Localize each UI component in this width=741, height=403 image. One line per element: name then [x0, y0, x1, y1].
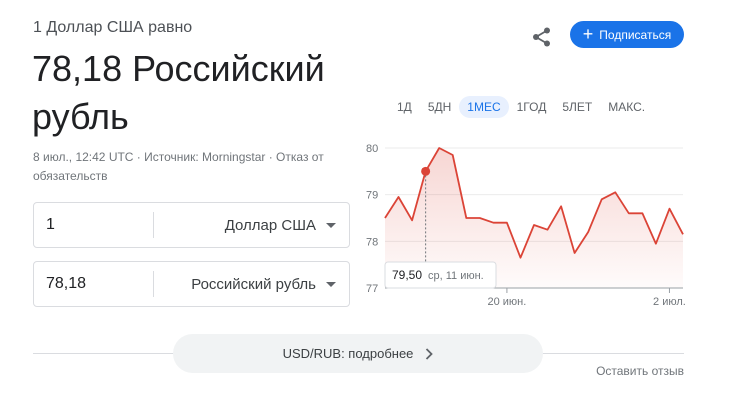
chevron-down-icon — [326, 222, 336, 228]
y-tick-label: 80 — [366, 143, 378, 155]
from-currency-label: Доллар США — [224, 216, 316, 234]
plus-icon: + — [582, 23, 594, 44]
hover-point — [421, 166, 431, 176]
range-tab-1y[interactable]: 1ГОД — [509, 96, 555, 118]
range-tab-5d[interactable]: 5ДН — [420, 96, 459, 118]
conversion-subtitle: 1 Доллар США равно — [33, 19, 193, 36]
follow-button-label: Подписаться — [599, 27, 672, 42]
to-amount-input[interactable] — [34, 275, 154, 293]
from-amount-input[interactable] — [34, 216, 154, 234]
range-tab-1d[interactable]: 1Д — [389, 96, 420, 118]
to-currency-select[interactable]: Российский рубль — [191, 262, 336, 306]
x-tick-label: 20 июн. — [487, 296, 526, 308]
chevron-down-icon — [326, 281, 336, 287]
more-details-button[interactable]: USD/RUB: подробнее — [173, 334, 543, 373]
share-icon[interactable] — [530, 25, 554, 49]
from-currency-select[interactable]: Доллар США — [225, 203, 336, 247]
range-tab-max[interactable]: МАКС. — [600, 96, 653, 118]
y-tick-label: 77 — [366, 283, 378, 295]
tooltip-date: ср, 11 июн. — [428, 270, 484, 282]
range-tab-1m[interactable]: 1МЕС — [459, 96, 509, 118]
converted-value: 78,18 Российский рубль — [32, 48, 325, 137]
more-details-label: USD/RUB: подробнее — [282, 346, 414, 361]
y-tick-label: 78 — [366, 236, 378, 248]
to-field: Российский рубль — [33, 261, 350, 307]
from-field: Доллар США — [33, 202, 350, 248]
field-separator — [153, 212, 154, 238]
range-tab-5y[interactable]: 5ЛЕТ — [554, 96, 600, 118]
follow-button[interactable]: + Подписаться — [570, 21, 684, 48]
feedback-link[interactable]: Оставить отзыв — [596, 364, 684, 378]
chevron-right-icon — [426, 347, 434, 360]
source-meta: 8 июл., 12:42 UTC · Источник: Morningsta… — [33, 150, 324, 183]
y-tick-label: 79 — [366, 190, 378, 202]
x-tick-label: 2 июл. — [653, 296, 686, 308]
to-currency-label: Российский рубль — [191, 275, 316, 293]
exchange-rate-chart[interactable]: 80 79 78 77 20 июн. 2 июл. 79,50 ср, 11 июн. — [360, 135, 690, 315]
field-separator — [153, 271, 154, 297]
tooltip-value: 79,50 — [392, 268, 422, 282]
time-range-tabs: 1Д 5ДН 1МЕС 1ГОД 5ЛЕТ МАКС. — [389, 96, 653, 118]
